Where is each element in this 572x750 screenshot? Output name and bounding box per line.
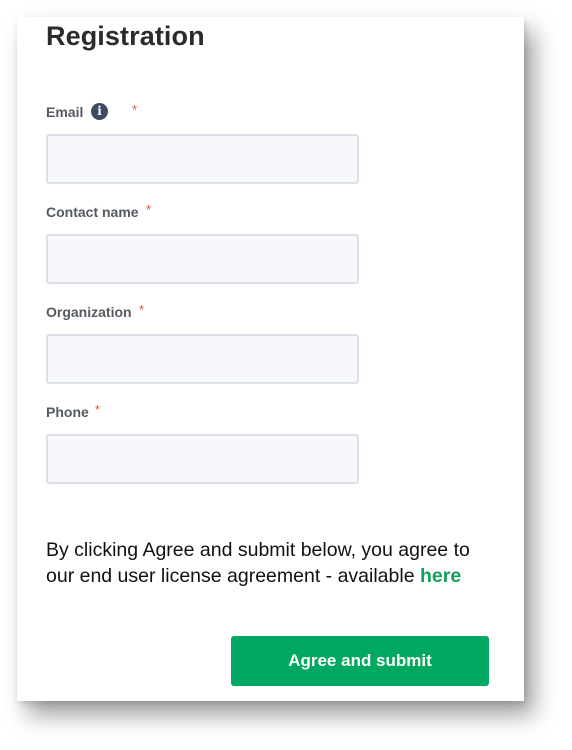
agreement-body: By clicking Agree and submit below, you …	[46, 538, 470, 587]
required-asterisk: *	[146, 202, 152, 217]
organization-label-row: Organization *	[46, 302, 359, 322]
email-label-row: Email i *	[46, 102, 359, 122]
contact-name-label: Contact name	[46, 204, 139, 220]
contact-name-input[interactable]	[46, 234, 359, 284]
required-asterisk: *	[139, 302, 145, 317]
registration-card: Registration Email i * Contact name * Or…	[17, 17, 524, 701]
license-link[interactable]: here	[420, 565, 461, 587]
organization-input[interactable]	[46, 334, 359, 384]
info-icon[interactable]: i	[91, 103, 108, 120]
contact-name-label-row: Contact name *	[46, 202, 359, 222]
organization-field-group: Organization *	[46, 302, 359, 384]
phone-label-row: Phone *	[46, 402, 359, 422]
license-agreement-text: By clicking Agree and submit below, you …	[46, 537, 496, 589]
phone-field-group: Phone *	[46, 402, 359, 484]
contact-name-field-group: Contact name *	[46, 202, 359, 284]
organization-label: Organization	[46, 304, 132, 320]
email-field-group: Email i *	[46, 102, 359, 184]
agree-and-submit-button[interactable]: Agree and submit	[231, 636, 489, 686]
required-asterisk: *	[132, 102, 138, 117]
email-input[interactable]	[46, 134, 359, 184]
page-title: Registration	[46, 21, 205, 51]
email-label: Email	[46, 104, 84, 120]
phone-label: Phone	[46, 404, 89, 420]
required-asterisk: *	[95, 402, 101, 417]
phone-input[interactable]	[46, 434, 359, 484]
